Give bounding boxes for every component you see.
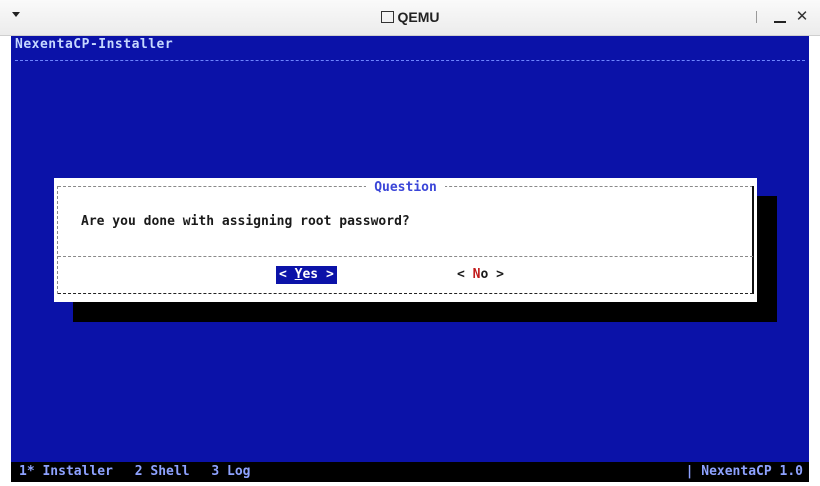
window-title-text: QEMU bbox=[397, 9, 440, 25]
console-screen: NexentaCP-Installer Question Are you don… bbox=[11, 36, 809, 482]
tab-shell[interactable]: 2 Shell bbox=[135, 464, 190, 479]
no-label-rest: o bbox=[480, 267, 489, 282]
dialog-separator bbox=[58, 256, 753, 257]
installer-title: NexentaCP-Installer bbox=[15, 37, 174, 52]
dialog-border-right bbox=[752, 186, 754, 294]
no-bracket-open: < bbox=[457, 267, 465, 282]
dialog-title-text: Question bbox=[366, 180, 445, 195]
console-tabs: 1* Installer 2 Shell 3 Log bbox=[19, 462, 265, 482]
dialog-question: Are you done with assigning root passwor… bbox=[81, 214, 410, 229]
window-icon bbox=[380, 11, 394, 23]
close-icon[interactable]: ✕ bbox=[794, 8, 810, 26]
window-controls: ✕ bbox=[756, 8, 810, 26]
title-divider bbox=[15, 60, 805, 61]
maximize-icon[interactable] bbox=[756, 11, 766, 23]
no-button[interactable]: < No > bbox=[457, 266, 504, 284]
minimize-icon[interactable] bbox=[774, 21, 786, 23]
tab-log[interactable]: 3 Log bbox=[211, 464, 250, 479]
dialog-border-bottom bbox=[58, 293, 753, 294]
no-bracket-close: > bbox=[496, 267, 504, 282]
tab-installer[interactable]: 1* Installer bbox=[19, 464, 113, 479]
yes-bracket-open: < bbox=[279, 267, 287, 282]
dialog-title: Question bbox=[54, 178, 757, 196]
yes-bracket-close: > bbox=[325, 267, 334, 282]
window-title: QEMU bbox=[0, 9, 820, 25]
question-dialog: Question Are you done with assigning roo… bbox=[54, 178, 757, 302]
window-titlebar: QEMU ✕ bbox=[0, 0, 820, 36]
dialog-border-left bbox=[57, 186, 58, 294]
status-bar: 1* Installer 2 Shell 3 Log | NexentaCP 1… bbox=[11, 462, 809, 482]
yes-label-rest: es bbox=[302, 267, 319, 282]
yes-button[interactable]: < Yes > bbox=[276, 266, 337, 284]
version-label: | NexentaCP 1.0 bbox=[685, 464, 803, 479]
